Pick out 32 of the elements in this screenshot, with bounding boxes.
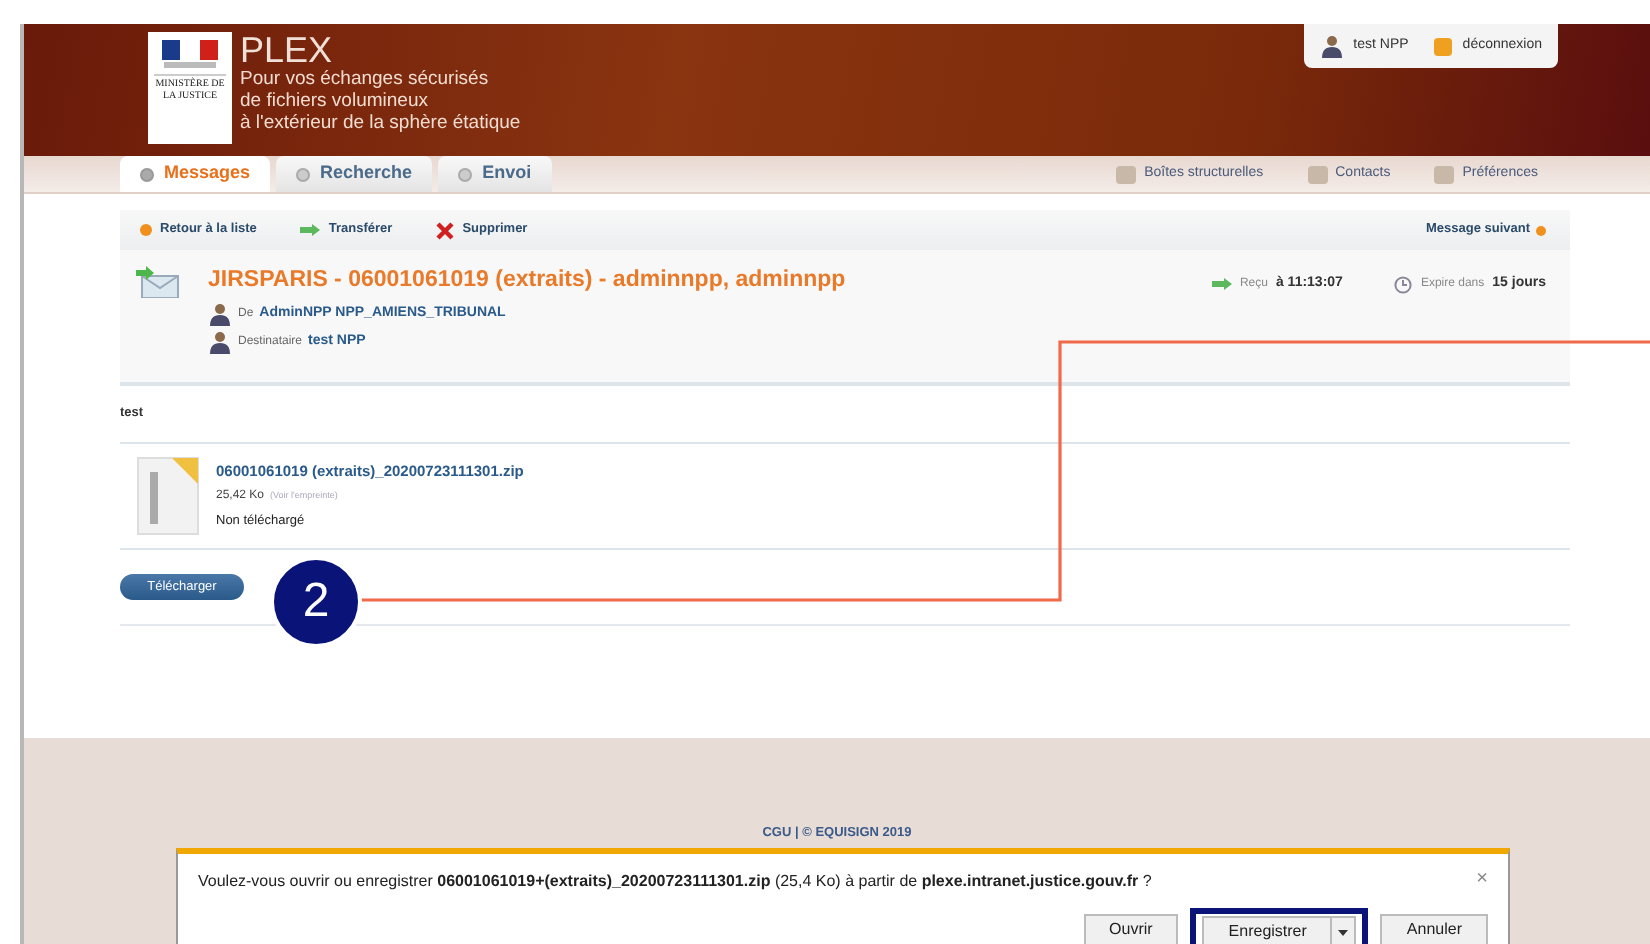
recipient-icon [208,330,232,354]
nav-icon [1307,165,1328,183]
tab[interactable]: Envoi [438,156,552,192]
envelope-icon [136,266,180,298]
dialog-button[interactable]: Ouvrir [1083,914,1179,944]
radio-icon [458,167,473,181]
clock-icon [1394,275,1413,294]
tagline: à l'extérieur de la sphère étatique [240,112,521,134]
arrow-icon [300,224,321,236]
flag-icon [162,40,218,68]
radio-icon [296,167,311,181]
arrow-icon [1211,278,1232,291]
caret-icon [1338,929,1349,935]
radio-icon [140,167,154,181]
tagline: de fichiers volumineux [240,90,430,112]
logout-icon [1434,37,1453,55]
close-button[interactable]: × [1476,870,1488,890]
app-name: PLEX [240,32,335,68]
delete-icon [436,221,455,239]
zip-file-icon [136,456,200,536]
dropdown-button[interactable] [1332,916,1357,944]
tab[interactable]: Recherche [276,156,433,192]
user-icon [1319,34,1344,58]
sender-icon [208,302,232,326]
nav-icon [1116,165,1137,183]
callout-badge: 2 [270,556,362,648]
message-subject: JIRSPARIS - 06001061019 (extraits) - adminnpp, adminnpp [208,266,846,294]
dialog-message: Voulez-vous ouvrir ou enregistrer 06001061019+(extraits)_20200723111301.zip (25,4 Ko) à partir de plexe.intranet.justice.gouv.fr ? [198,870,1152,894]
dialog-button[interactable]: Enregistrer [1202,916,1333,944]
tagline: Pour vos échanges sécurisés [240,68,491,90]
nav-icon [1434,165,1455,183]
dialog-button[interactable]: Annuler [1380,914,1488,944]
